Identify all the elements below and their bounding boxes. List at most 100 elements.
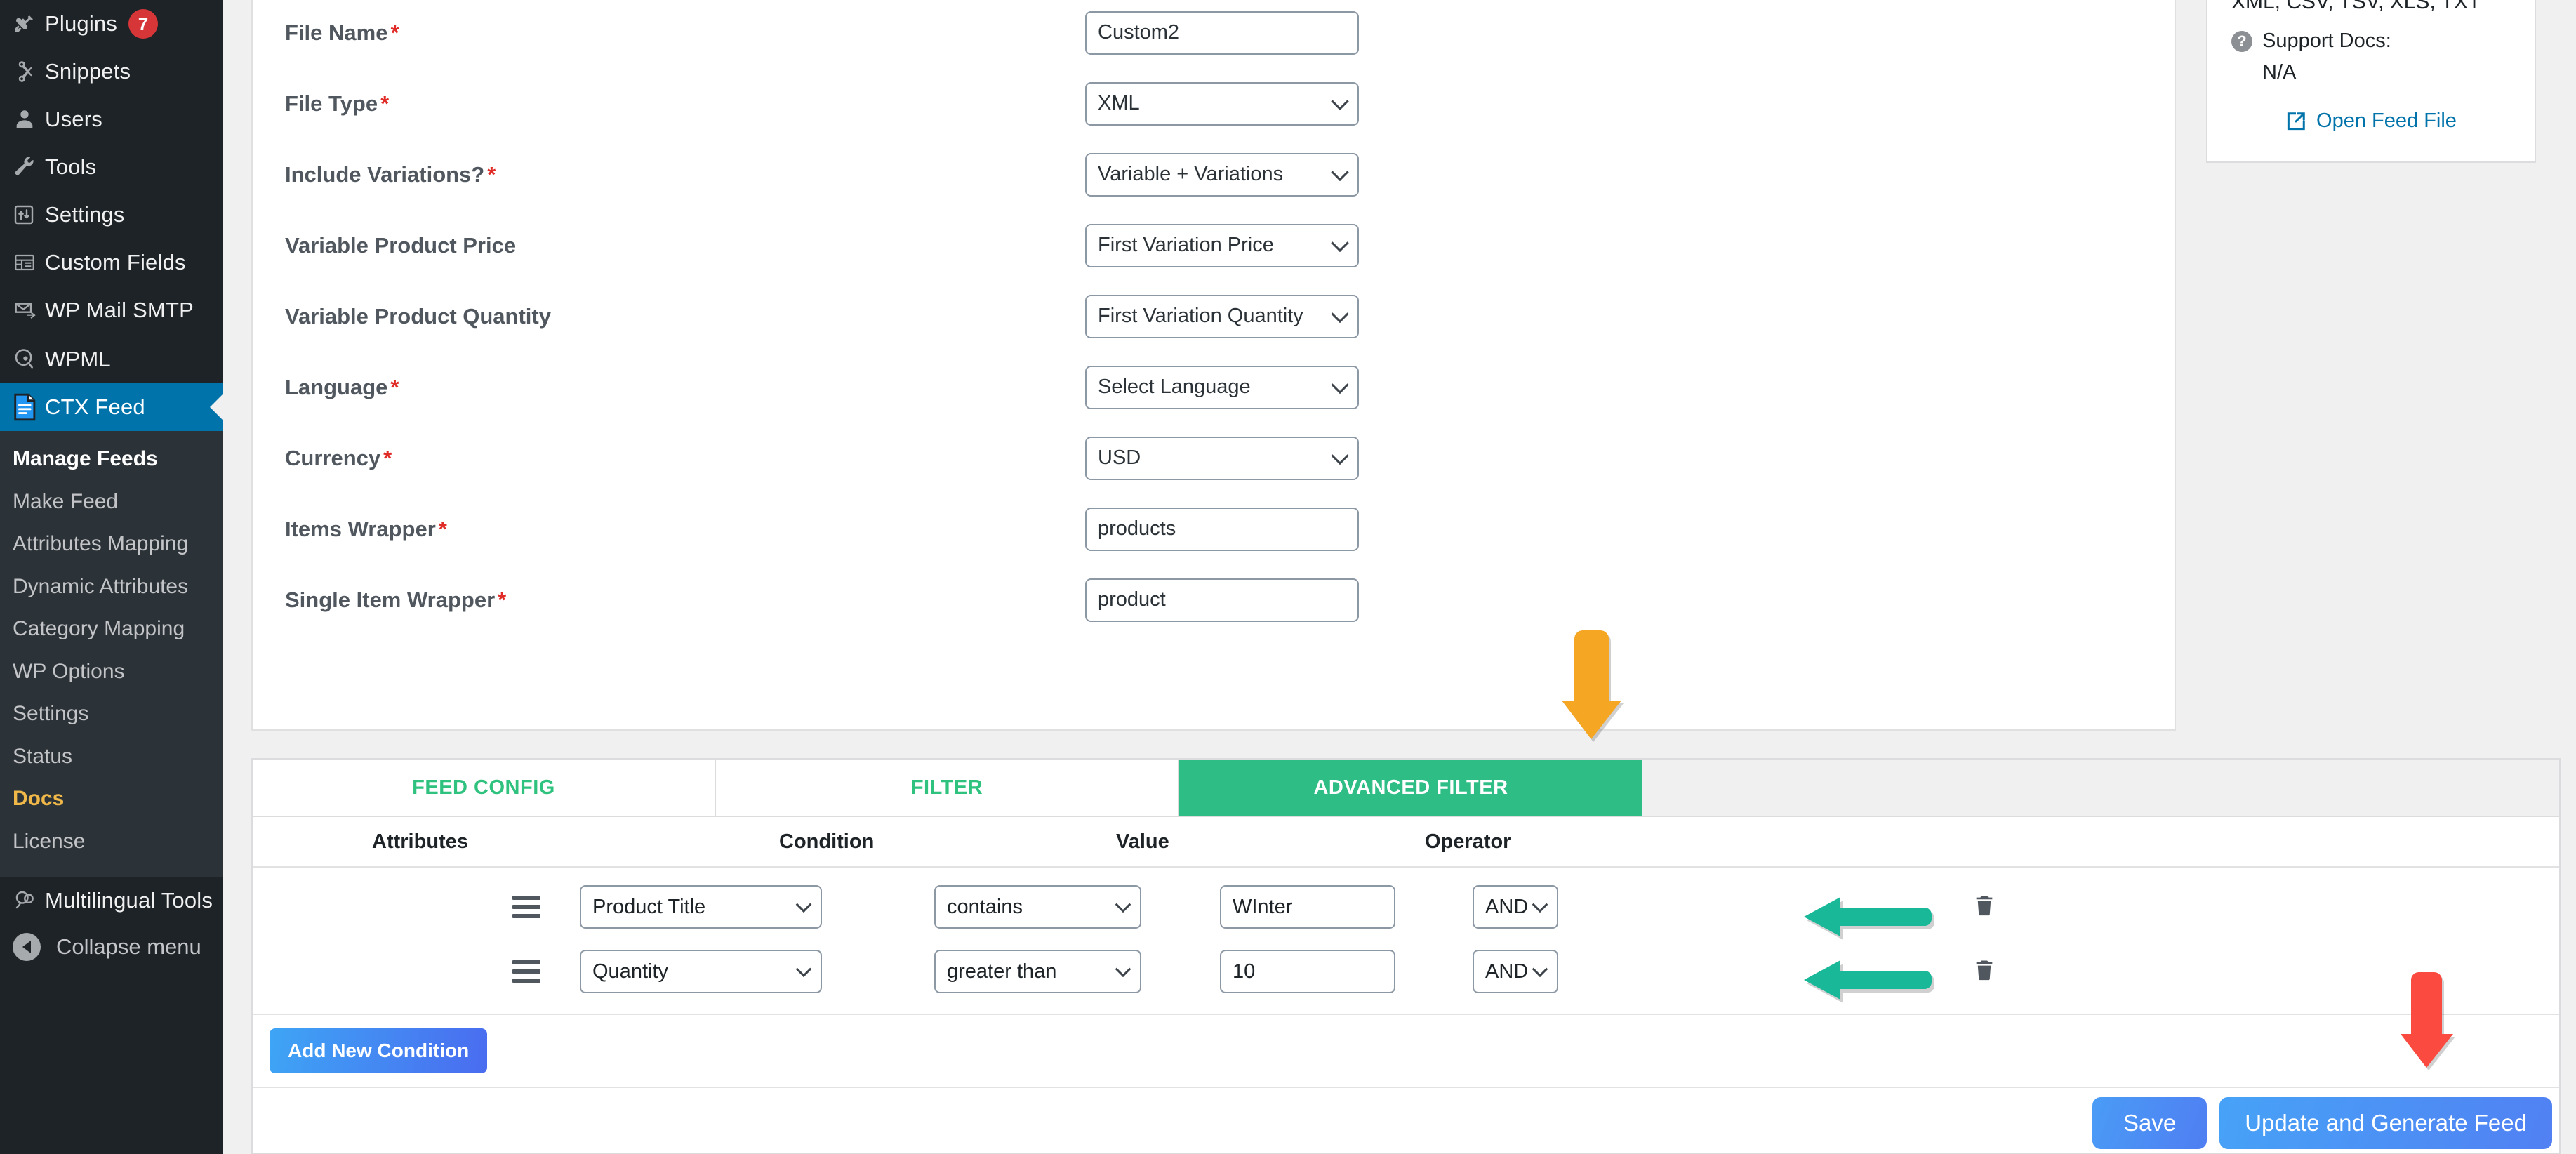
input-value: products xyxy=(1098,517,1176,540)
submenu-item-attributes-mapping[interactable]: Attributes Mapping xyxy=(0,523,223,566)
conditions-table-body: Product Title contains WInter AND Quanti… xyxy=(253,868,2559,1015)
submenu-item-license[interactable]: License xyxy=(0,821,223,863)
supported-formats-text: XML, CSV, TSV, XLS, TXT xyxy=(2231,0,2481,13)
sidebar-item-multilingual-tools[interactable]: Multilingual Tools xyxy=(0,877,223,924)
sidebar-item-label: Custom Fields xyxy=(45,250,186,274)
single-item-wrapper-input[interactable]: product xyxy=(1085,578,1359,622)
main-content: File Name * Custom2 File Type * XML Includ… xyxy=(223,0,2576,1154)
feed-info-panel: XML, CSV, TSV, XLS, TXT ? Support Docs: … xyxy=(2206,0,2536,163)
variable-product-price-select[interactable]: First Variation Price xyxy=(1085,223,1359,267)
field-label: Variable Product Quantity xyxy=(285,303,551,329)
items-wrapper-input[interactable]: products xyxy=(1085,507,1359,551)
mail-icon xyxy=(13,299,45,321)
field-label: Include Variations? * xyxy=(285,162,1085,187)
operator-select[interactable]: AND xyxy=(1473,950,1558,993)
value-input[interactable]: 10 xyxy=(1220,950,1395,993)
sidebar-item-custom-fields[interactable]: Custom Fields xyxy=(0,239,223,286)
tab-advanced-filter[interactable]: ADVANCED FILTER xyxy=(1179,760,1642,816)
table-icon xyxy=(13,251,45,274)
chevron-down-icon xyxy=(795,896,812,913)
condition-select[interactable]: contains xyxy=(934,885,1141,929)
drag-handle-icon[interactable] xyxy=(512,960,540,983)
sidebar-item-label: Tools xyxy=(45,154,97,179)
currency-select[interactable]: USD xyxy=(1085,436,1359,480)
input-value: 10 xyxy=(1233,960,1256,983)
add-new-condition-button[interactable]: Add New Condition xyxy=(270,1028,488,1073)
select-value: First Variation Quantity xyxy=(1098,305,1303,327)
sidebar-item-ctx-feed[interactable]: CTX Feed xyxy=(0,383,223,431)
row-operator-cell: AND xyxy=(1473,950,1558,993)
sidebar-item-label: Settings xyxy=(45,202,125,227)
required-marker: * xyxy=(498,587,507,612)
required-marker: * xyxy=(390,20,399,45)
field-label-text: Items Wrapper xyxy=(285,516,436,541)
condition-select[interactable]: greater than xyxy=(934,950,1141,993)
submenu-item-wp-options[interactable]: WP Options xyxy=(0,651,223,694)
sidebar-item-plugins[interactable]: Plugins 7 xyxy=(0,0,223,48)
row-attribute-cell: Product Title xyxy=(580,885,822,929)
sidebar-item-snippets[interactable]: Snippets xyxy=(0,48,223,95)
open-feed-file-link[interactable]: Open Feed File xyxy=(2231,110,2511,133)
drag-handle-icon[interactable] xyxy=(512,896,540,918)
submenu-item-manage-feeds[interactable]: Manage Feeds xyxy=(0,438,223,481)
value-input[interactable]: WInter xyxy=(1220,885,1395,929)
form-row-language: Language * Select Language xyxy=(253,352,2175,423)
form-row-file-name: File Name * Custom2 xyxy=(253,0,2175,68)
field-label-text: Single Item Wrapper xyxy=(285,587,496,612)
sidebar-item-wp-mail-smtp[interactable]: WP Mail SMTP xyxy=(0,286,223,334)
support-docs-row: ? Support Docs: xyxy=(2231,29,2511,53)
submenu-item-make-feed[interactable]: Make Feed xyxy=(0,481,223,524)
chevron-down-icon xyxy=(1331,376,1349,394)
file-name-input[interactable]: Custom2 xyxy=(1085,11,1359,55)
attribute-select[interactable]: Quantity xyxy=(580,950,822,993)
row-value-cell: WInter xyxy=(1220,885,1395,929)
chevron-down-icon xyxy=(1331,305,1349,323)
feed-config-form-card: File Name * Custom2 File Type * XML Includ… xyxy=(251,0,2176,731)
table-row: Product Title contains WInter AND xyxy=(253,875,2559,939)
attribute-select[interactable]: Product Title xyxy=(580,885,822,929)
ctx-feed-submenu: Manage Feeds Make Feed Attributes Mappin… xyxy=(0,431,223,877)
field-label: Variable Product Price xyxy=(285,232,517,258)
sidebar-item-users[interactable]: Users xyxy=(0,95,223,143)
plugins-update-badge: 7 xyxy=(128,9,159,39)
trash-icon[interactable] xyxy=(1972,957,1996,986)
field-label: Single Item Wrapper * xyxy=(285,588,1085,613)
variable-product-quantity-select[interactable]: First Variation Quantity xyxy=(1085,294,1359,338)
tab-feed-config[interactable]: FEED CONFIG xyxy=(253,760,716,816)
sidebar-item-label: Plugins xyxy=(45,11,118,36)
include-variations-select[interactable]: Variable + Variations xyxy=(1085,152,1359,197)
open-feed-file-label: Open Feed File xyxy=(2316,110,2457,132)
field-label-text: Include Variations? xyxy=(285,161,485,187)
sidebar-item-label: WPML xyxy=(45,347,111,371)
row-delete-cell xyxy=(1972,893,1996,922)
tab-filter[interactable]: FILTER xyxy=(716,760,1179,816)
collapse-menu-label: Collapse menu xyxy=(56,934,201,959)
sidebar-item-wpml[interactable]: WPML xyxy=(0,336,223,383)
form-row-variable-product-price: Variable Product Price First Variation P… xyxy=(253,210,2175,281)
form-row-file-type: File Type * XML xyxy=(253,68,2175,139)
tabs-filler xyxy=(1642,760,2559,816)
filter-tabs-card: FEED CONFIG FILTER ADVANCED FILTER Attri… xyxy=(251,758,2561,1154)
language-select[interactable]: Select Language xyxy=(1085,365,1359,409)
sidebar-item-tools[interactable]: Tools xyxy=(0,143,223,191)
save-button[interactable]: Save xyxy=(2092,1097,2207,1149)
submenu-item-status[interactable]: Status xyxy=(0,736,223,778)
required-marker: * xyxy=(390,374,399,399)
submenu-item-settings[interactable]: Settings xyxy=(0,693,223,736)
chevron-down-icon xyxy=(1532,961,1548,978)
sidebar-item-settings[interactable]: Settings xyxy=(0,191,223,239)
collapse-menu-button[interactable]: Collapse menu xyxy=(0,924,223,969)
update-and-generate-feed-button[interactable]: Update and Generate Feed xyxy=(2219,1097,2552,1149)
submenu-item-docs[interactable]: Docs xyxy=(0,778,223,821)
file-type-select[interactable]: XML xyxy=(1085,81,1359,126)
submenu-item-dynamic-attributes[interactable]: Dynamic Attributes xyxy=(0,566,223,609)
submenu-item-category-mapping[interactable]: Category Mapping xyxy=(0,608,223,651)
external-link-icon xyxy=(2285,111,2306,132)
wrench-icon xyxy=(13,155,45,179)
add-condition-row: Add New Condition xyxy=(253,1015,2559,1088)
sidebar-item-label: WP Mail SMTP xyxy=(45,298,194,322)
select-value: First Variation Price xyxy=(1098,234,1274,256)
operator-select[interactable]: AND xyxy=(1473,885,1558,929)
field-label: Items Wrapper * xyxy=(285,517,1085,542)
trash-icon[interactable] xyxy=(1972,893,1996,922)
